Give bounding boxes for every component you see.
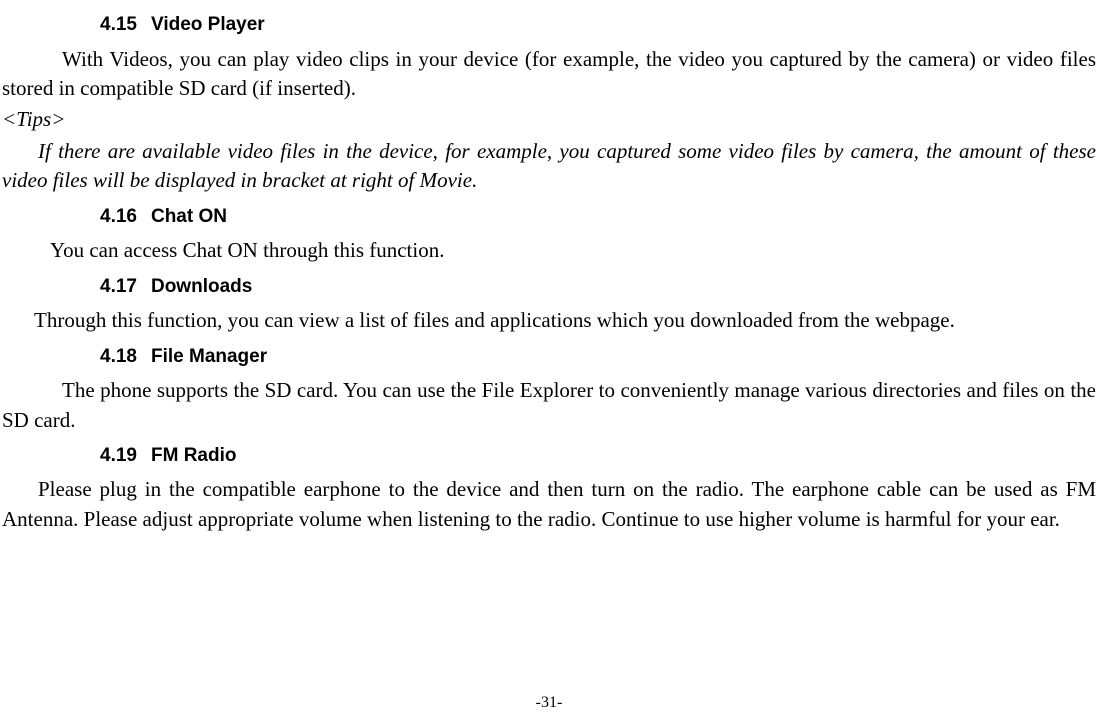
heading-number: 4.19 (100, 443, 137, 470)
section-4-18: 4.18 File Manager The phone supports the … (2, 344, 1096, 435)
heading-number: 4.15 (100, 12, 137, 39)
heading-4-16: 4.16 Chat ON (100, 204, 1096, 231)
heading-4-19: 4.19 FM Radio (100, 443, 1096, 470)
heading-title: FM Radio (151, 445, 237, 466)
section-4-19: 4.19 FM Radio Please plug in the compatib… (2, 443, 1096, 534)
paragraph: You can access Chat ON through this func… (2, 236, 1096, 265)
paragraph: Please plug in the compatible earphone t… (2, 475, 1096, 534)
paragraph: With Videos, you can play video clips in… (2, 45, 1096, 104)
heading-4-18: 4.18 File Manager (100, 344, 1096, 371)
heading-number: 4.18 (100, 344, 137, 371)
heading-title: Chat ON (151, 206, 227, 227)
document-page: 4.15 Video Player With Videos, you can pl… (0, 12, 1098, 534)
section-4-16: 4.16 Chat ON You can access Chat ON throu… (2, 204, 1096, 266)
heading-4-17: 4.17 Downloads (100, 274, 1096, 301)
heading-title: Downloads (151, 276, 252, 297)
heading-title: File Manager (151, 346, 267, 367)
heading-4-15: 4.15 Video Player (100, 12, 1096, 39)
heading-title: Video Player (151, 14, 265, 35)
paragraph: The phone supports the SD card. You can … (2, 376, 1096, 435)
paragraph: Through this function, you can view a li… (2, 306, 1096, 335)
section-4-17: 4.17 Downloads Through this function, you… (2, 274, 1096, 336)
page-number: -31- (0, 692, 1098, 714)
section-4-15: 4.15 Video Player With Videos, you can pl… (2, 12, 1096, 196)
tips-body: If there are available video files in th… (2, 137, 1096, 196)
heading-number: 4.17 (100, 274, 137, 301)
tips-label: <Tips> (2, 105, 1096, 134)
heading-number: 4.16 (100, 204, 137, 231)
